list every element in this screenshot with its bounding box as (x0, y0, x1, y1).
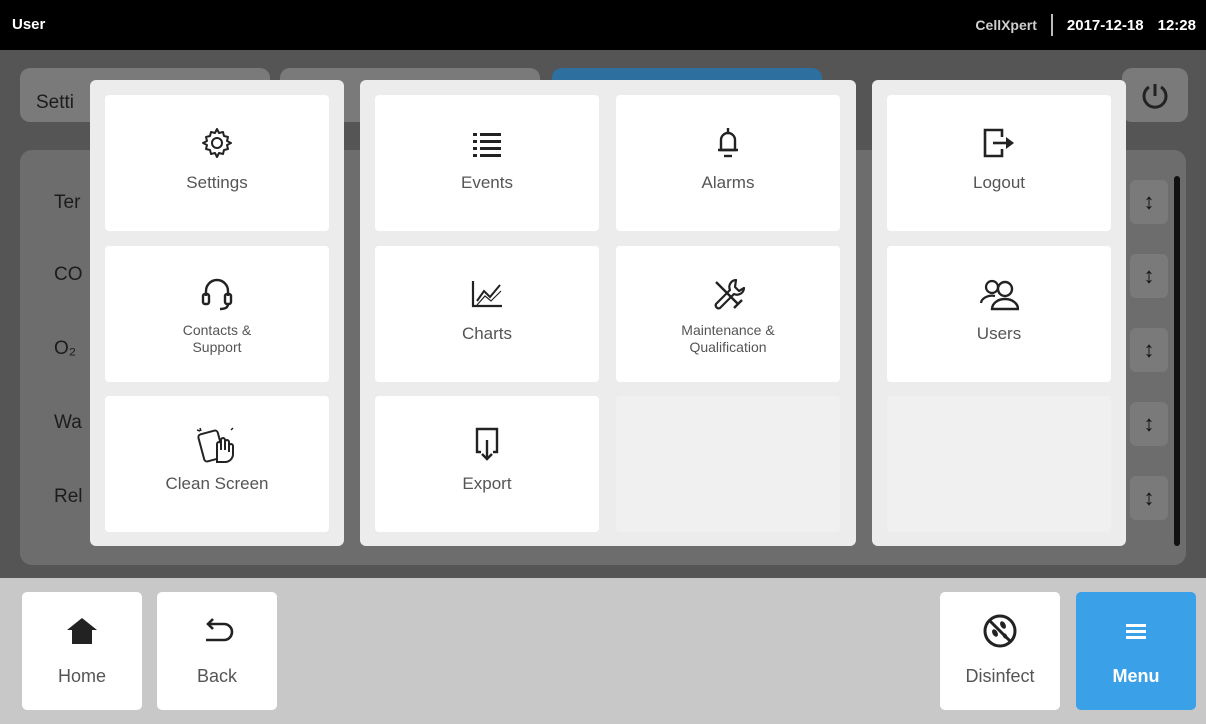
users-button[interactable]: Users (887, 246, 1111, 382)
bg-stepper: ↕ (1130, 328, 1168, 372)
divider (1050, 14, 1053, 36)
charts-button[interactable]: Charts (375, 246, 599, 382)
bg-row-label: Ter (54, 192, 81, 213)
logout-icon (982, 125, 1016, 161)
bg-row-label: Rel (54, 486, 83, 507)
clean-screen-button[interactable]: Clean Screen (105, 396, 329, 532)
empty-slot (887, 396, 1111, 532)
maintenance-label: Maintenance & Qualification (681, 322, 775, 355)
bg-stepper: ↕ (1130, 476, 1168, 520)
contacts-support-label: Contacts & Support (182, 322, 252, 355)
bell-icon (714, 125, 742, 161)
status-right: CellXpert 2017-12-18 12:28 (975, 14, 1196, 36)
events-button[interactable]: Events (375, 95, 599, 231)
gear-icon (200, 125, 234, 161)
home-button[interactable]: Home (22, 592, 142, 710)
time-label: 12:28 (1157, 16, 1196, 34)
bg-row-label: O₂ (54, 338, 77, 359)
users-label: Users (976, 324, 1022, 343)
back-label: Back (196, 666, 238, 686)
disinfect-icon (982, 614, 1018, 648)
export-button[interactable]: Export (375, 396, 599, 532)
logout-button[interactable]: Logout (887, 95, 1111, 231)
contacts-support-button[interactable]: Contacts & Support (105, 246, 329, 382)
alarms-label: Alarms (701, 173, 755, 192)
empty-slot (616, 396, 840, 532)
clean-hand-icon (195, 426, 239, 463)
bg-stepper: ↕ (1130, 180, 1168, 224)
disinfect-button[interactable]: Disinfect (940, 592, 1060, 710)
menu-button[interactable]: Menu (1076, 592, 1196, 710)
power-icon (1122, 68, 1188, 122)
headset-icon (200, 276, 234, 312)
bg-stepper: ↕ (1130, 402, 1168, 446)
bg-tab-label: Setti (36, 92, 75, 113)
menu-panel-data: Events Alarms Charts Maintenance & Quali… (360, 80, 856, 546)
line-chart-icon (470, 276, 504, 312)
hamburger-icon (1124, 614, 1148, 648)
status-bar: User CellXpert 2017-12-18 12:28 (0, 0, 1206, 50)
logout-label: Logout (973, 173, 1025, 192)
menu-label: Menu (1112, 666, 1160, 686)
charts-label: Charts (461, 324, 513, 343)
bg-row-label: CO (54, 264, 83, 285)
list-icon (471, 125, 503, 161)
maintenance-qualification-button[interactable]: Maintenance & Qualification (616, 246, 840, 382)
alarms-button[interactable]: Alarms (616, 95, 840, 231)
events-label: Events (461, 173, 513, 192)
users-icon (979, 276, 1019, 312)
export-icon (474, 426, 500, 462)
home-label: Home (57, 666, 106, 686)
clean-screen-label: Clean Screen (165, 474, 269, 493)
bg-scrollbar (1174, 176, 1180, 546)
menu-panel-account: Logout Users (872, 80, 1126, 546)
user-label: User (12, 16, 46, 33)
date-label: 2017-12-18 (1066, 16, 1144, 34)
back-arrow-icon (200, 614, 234, 648)
export-label: Export (462, 474, 512, 493)
tools-icon (710, 276, 746, 312)
bg-row-label: Wa (54, 412, 82, 433)
menu-panel-system: Settings Contacts & Support Clean Screen (90, 80, 344, 546)
settings-button[interactable]: Settings (105, 95, 329, 231)
disinfect-label: Disinfect (965, 666, 1035, 686)
back-button[interactable]: Back (157, 592, 277, 710)
settings-label: Settings (186, 173, 248, 192)
app-name: CellXpert (975, 17, 1037, 33)
home-icon (65, 614, 99, 648)
bg-stepper: ↕ (1130, 254, 1168, 298)
bottom-navigation-bar: Home Back Disinfect Menu (0, 578, 1206, 724)
